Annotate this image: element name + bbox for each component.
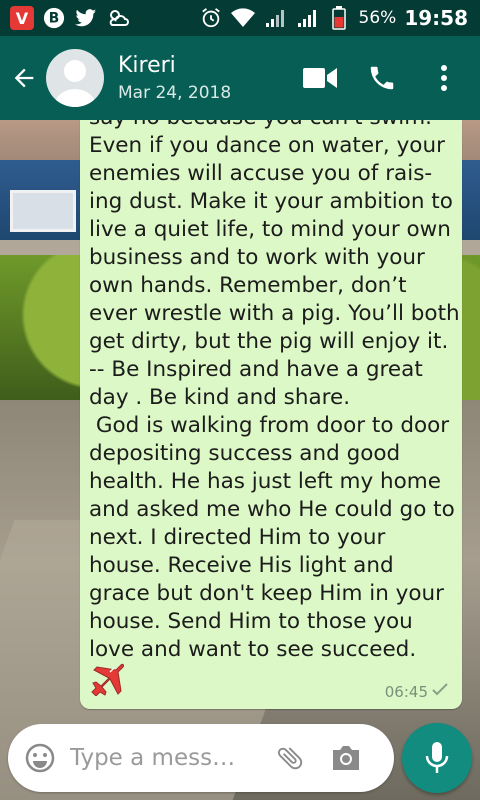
vivo-app-icon: V (10, 6, 34, 30)
contact-info[interactable]: Kireri Mar 24, 2018 (118, 53, 231, 103)
bitcoin-icon: B (42, 6, 66, 30)
message-time: 06:45 (384, 683, 428, 701)
avatar[interactable] (46, 49, 104, 107)
clock: 19:58 (404, 6, 468, 30)
weather-icon (106, 6, 130, 30)
message-meta: 06:45 (385, 683, 448, 701)
svg-text:B: B (49, 11, 59, 27)
message-text: say no because you can't swim. Even if y… (89, 120, 460, 662)
status-bar: V B 56% 19:58 (0, 0, 480, 36)
battery-percent: 56% (358, 8, 397, 28)
emoji-icon[interactable] (20, 738, 60, 778)
message-composer (8, 724, 394, 792)
video-call-icon[interactable] (302, 60, 338, 96)
wallpaper-window (10, 190, 76, 232)
battery-icon (327, 6, 351, 30)
back-arrow-icon[interactable] (2, 56, 46, 100)
wifi-icon (230, 6, 255, 30)
mic-icon[interactable] (402, 723, 472, 793)
contact-name: Kireri (118, 53, 176, 78)
signal-icon (263, 6, 287, 30)
twitter-icon (74, 6, 98, 30)
message-bubble[interactable]: say no because you can't swim. Even if y… (80, 120, 462, 709)
camera-icon[interactable] (326, 738, 366, 778)
alarm-icon (199, 6, 223, 30)
message-input[interactable] (70, 745, 258, 771)
airplane-emoji (88, 662, 125, 697)
attach-icon[interactable] (270, 738, 310, 778)
more-vert-icon[interactable] (426, 60, 462, 96)
last-seen: Mar 24, 2018 (118, 83, 232, 103)
chat-header: Kireri Mar 24, 2018 (0, 36, 480, 120)
signal-icon (295, 6, 319, 30)
phone-icon[interactable] (364, 60, 400, 96)
check-icon (432, 683, 448, 701)
